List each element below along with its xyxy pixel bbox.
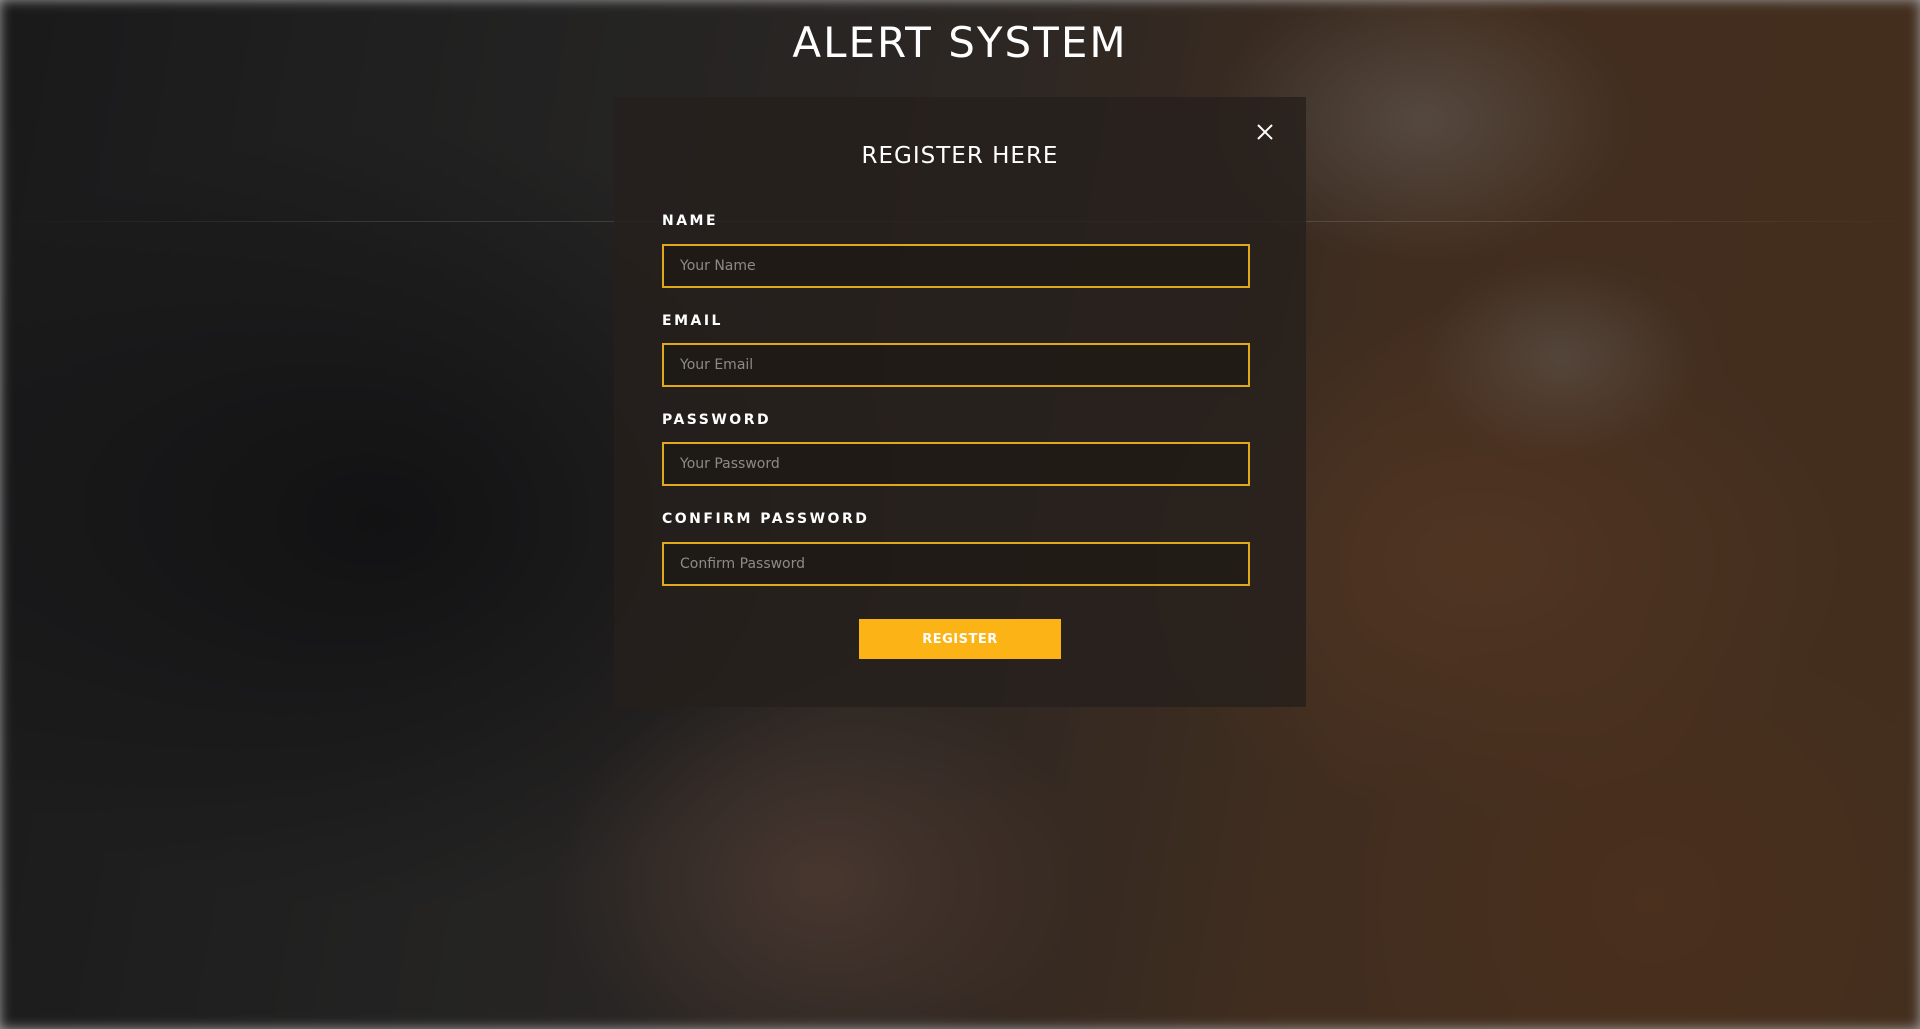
name-input[interactable] xyxy=(662,244,1250,288)
password-label: PASSWORD xyxy=(662,412,772,428)
modal-title: REGISTER HERE xyxy=(861,143,1059,169)
email-input[interactable] xyxy=(662,343,1250,387)
confirm-password-input[interactable] xyxy=(662,542,1250,586)
register-modal: REGISTER HERE NAME EMAIL PASSWORD CONFIR… xyxy=(614,97,1306,707)
register-button[interactable]: REGISTER xyxy=(859,619,1061,659)
page-title: ALERT SYSTEM xyxy=(792,18,1128,67)
password-input[interactable] xyxy=(662,442,1250,486)
confirm-password-label: CONFIRM PASSWORD xyxy=(662,511,870,527)
name-label: NAME xyxy=(662,213,719,229)
email-label: EMAIL xyxy=(662,313,723,329)
close-icon xyxy=(1257,124,1273,140)
close-button[interactable] xyxy=(1252,119,1278,145)
